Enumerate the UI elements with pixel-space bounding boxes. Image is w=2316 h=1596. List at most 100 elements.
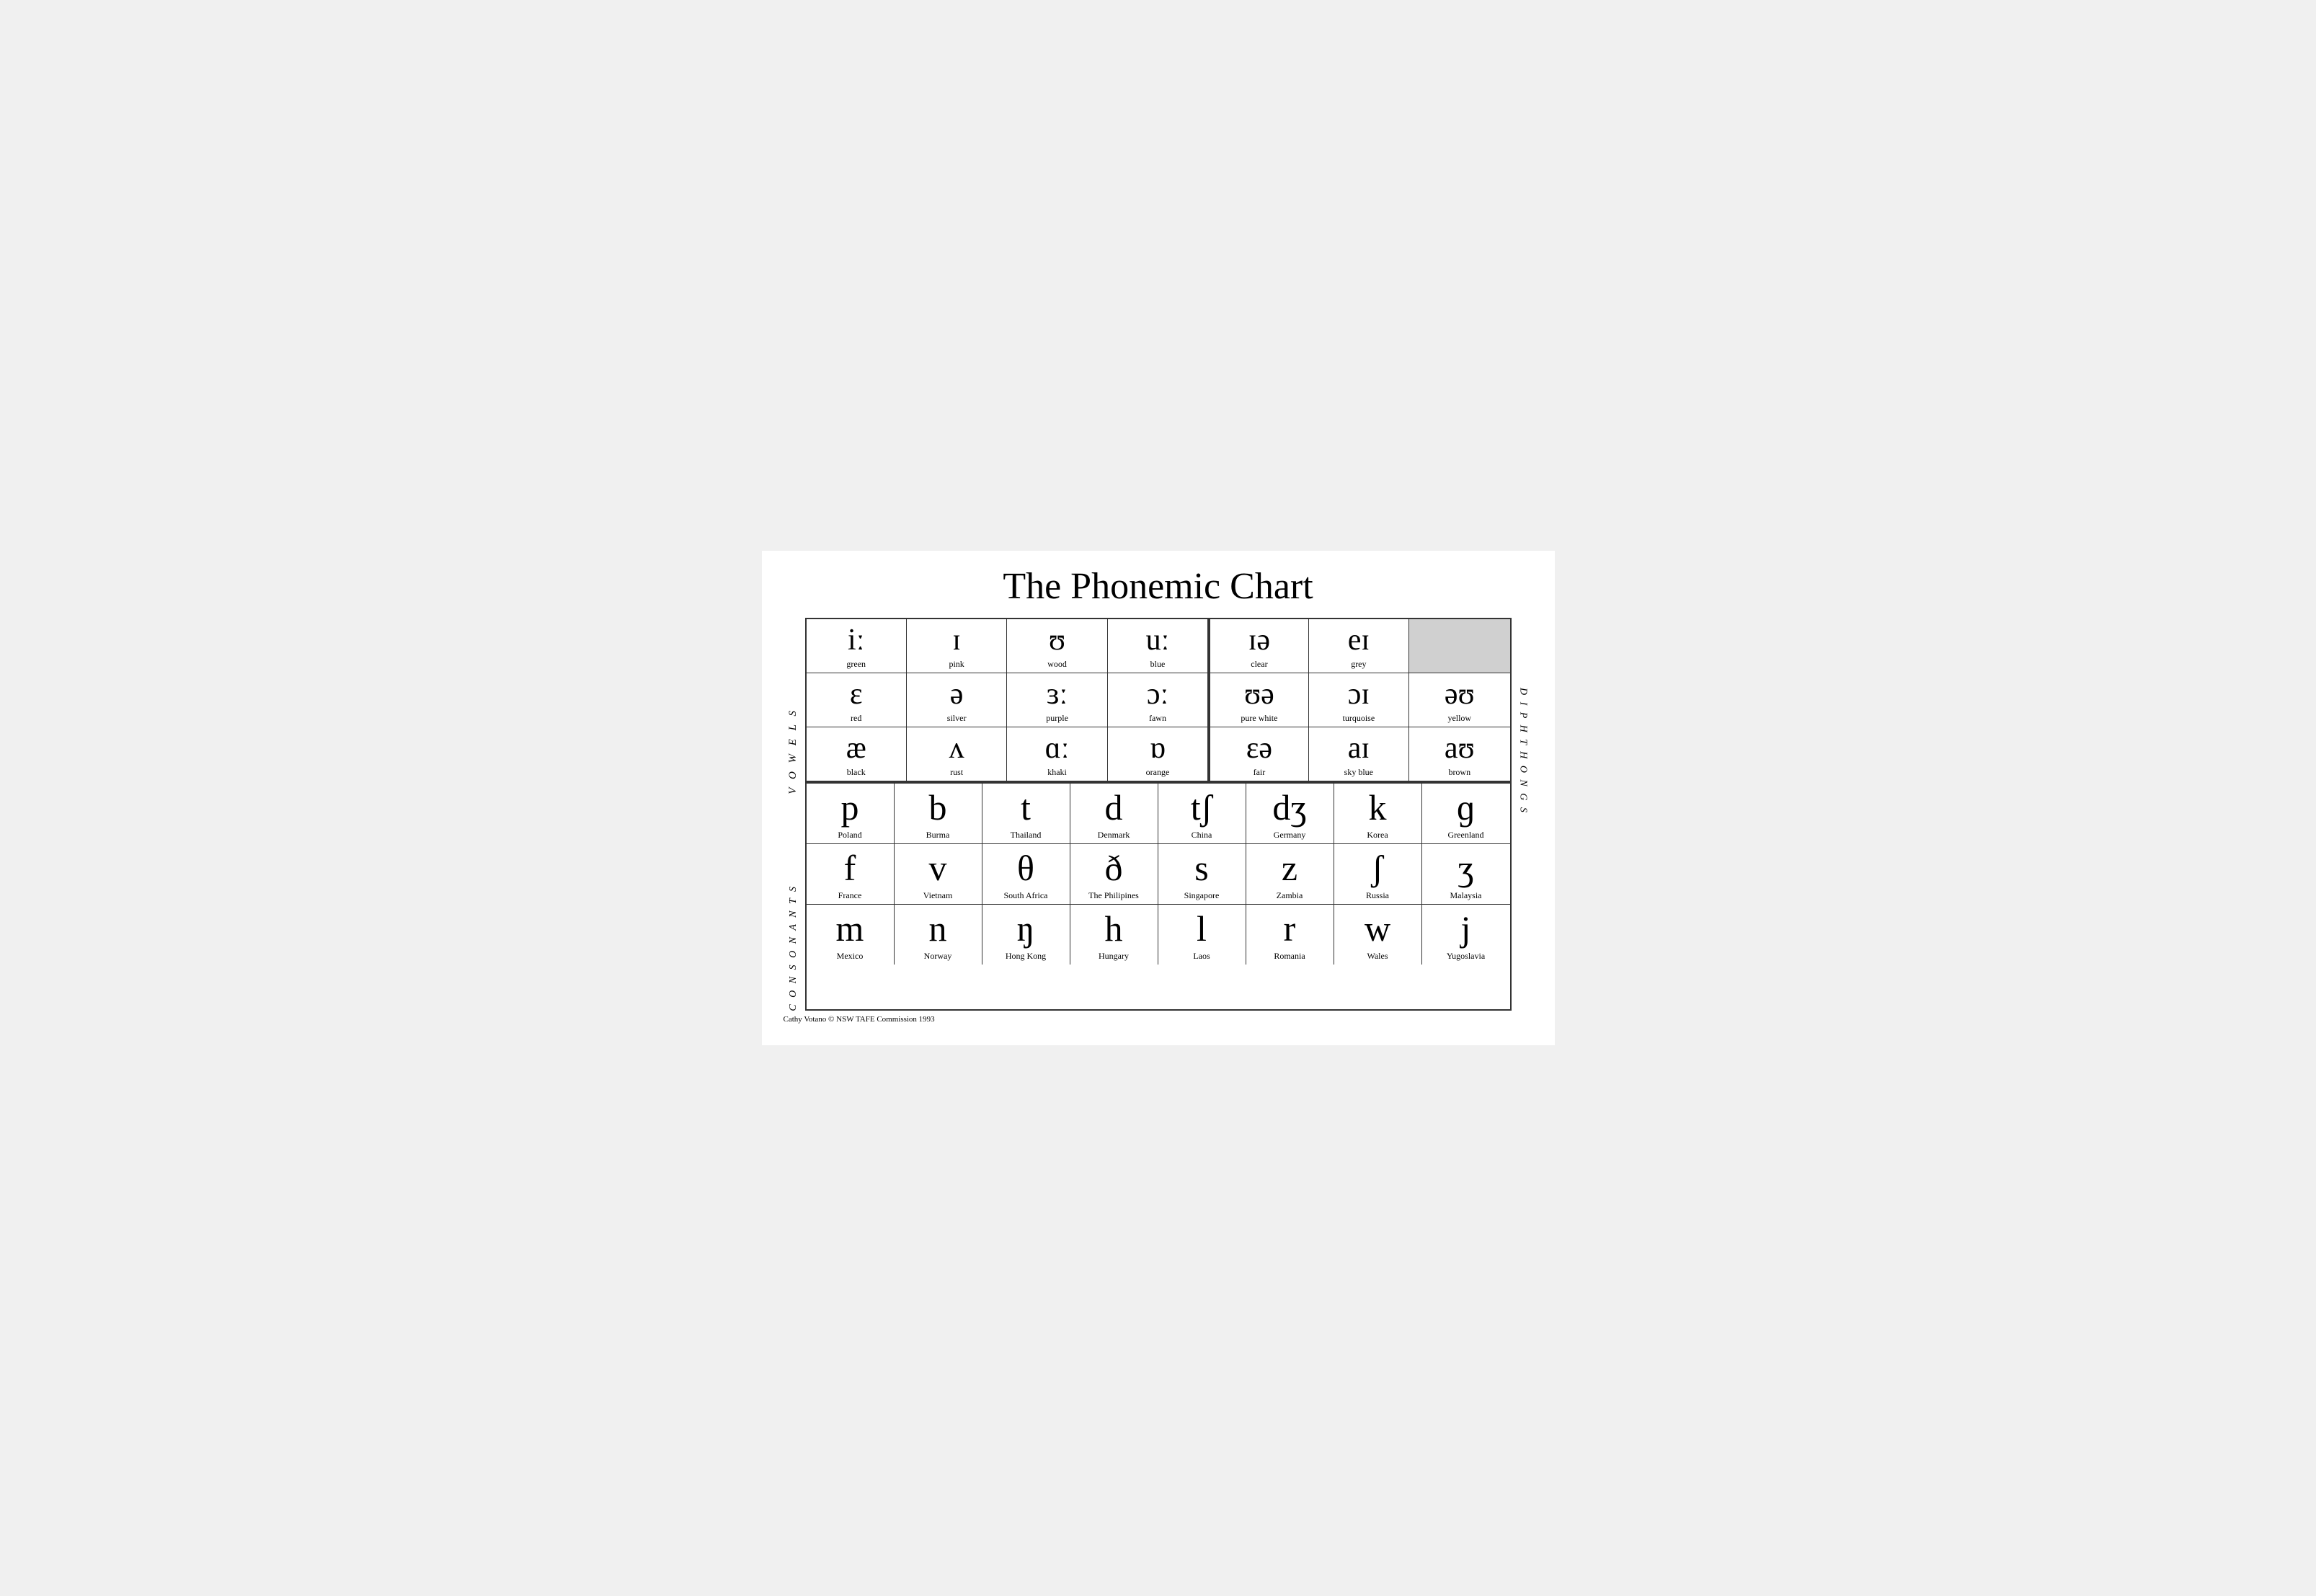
consonant-row-2: f France v Vietnam θ South Africa ð The …	[807, 844, 1510, 905]
phoneme-ei: eɪ	[1348, 624, 1370, 657]
label-rust: rust	[950, 767, 963, 778]
consonant-cell-tsh: tʃ China	[1158, 784, 1246, 843]
label-khaki: khaki	[1047, 767, 1067, 778]
consonant-row-3: m Mexico n Norway ŋ Hong Kong h Hungary	[807, 905, 1510, 965]
phoneme-uu: uː	[1146, 624, 1170, 657]
label-grey: grey	[1351, 659, 1366, 670]
phoneme-eth: ð	[1105, 848, 1123, 888]
phoneme-ai: aɪ	[1348, 732, 1370, 765]
consonant-cell-j: j Yugoslavia	[1422, 905, 1510, 965]
consonant-cell-g: ɡ Greenland	[1422, 784, 1510, 843]
label-clear: clear	[1251, 659, 1267, 670]
vowel-cell-I: ɪ pink	[907, 619, 1007, 673]
label-laos: Laos	[1193, 951, 1210, 962]
phoneme-zh: ʒ	[1458, 848, 1473, 888]
phoneme-upsilon: ʊ	[1049, 624, 1065, 657]
vowel-cell-wedge: ʌ rust	[907, 727, 1007, 781]
vowel-cell-ea: ɛə fair	[1208, 727, 1308, 781]
label-philipines: The Philipines	[1088, 890, 1139, 901]
label-silver: silver	[947, 713, 967, 724]
phoneme-theta: θ	[1017, 848, 1034, 888]
phoneme-ua: ʊə	[1244, 678, 1274, 711]
consonant-cell-w: w Wales	[1334, 905, 1422, 965]
phoneme-open-o-short: ɒ	[1150, 732, 1166, 765]
consonant-cell-dz: dʒ Germany	[1246, 784, 1334, 843]
label-orange: orange	[1146, 767, 1170, 778]
phoneme-z: z	[1282, 848, 1297, 888]
phoneme-t: t	[1021, 788, 1031, 828]
phoneme-s: s	[1194, 848, 1208, 888]
consonant-cell-zh: ʒ Malaysia	[1422, 844, 1510, 904]
vowel-row-1: iː green ɪ pink ʊ wood uː blue	[807, 619, 1510, 673]
phoneme-epsilon: ɛ	[850, 678, 863, 711]
consonant-cell-z: z Zambia	[1246, 844, 1334, 904]
phoneme-l: l	[1197, 909, 1207, 949]
phoneme-wedge: ʌ	[949, 732, 964, 765]
consonant-cell-l: l Laos	[1158, 905, 1246, 965]
phoneme-j: j	[1461, 909, 1471, 949]
label-fair: fair	[1254, 767, 1266, 778]
label-mexico: Mexico	[837, 951, 864, 962]
vowels-side-label: V O W E L S	[787, 708, 799, 794]
label-purple: purple	[1046, 713, 1068, 724]
phoneme-schwa: ə	[950, 678, 964, 711]
label-hungary: Hungary	[1099, 951, 1129, 962]
label-southafrica: South Africa	[1004, 890, 1048, 901]
label-russia: Russia	[1366, 890, 1389, 901]
consonants-section: p Poland b Burma t Thailand d Denmark	[807, 784, 1510, 965]
label-green: green	[846, 659, 866, 670]
label-korea: Korea	[1367, 830, 1388, 841]
vowel-cell-ae: æ black	[807, 727, 907, 781]
label-vietnam: Vietnam	[923, 890, 953, 901]
consonant-cell-ng: ŋ Hong Kong	[982, 905, 1070, 965]
consonant-cell-n: n Norway	[895, 905, 982, 965]
phoneme-3r: ɜː	[1047, 678, 1068, 711]
consonant-cell-theta: θ South Africa	[982, 844, 1070, 904]
consonant-cell-s: s Singapore	[1158, 844, 1246, 904]
consonant-cell-b: b Burma	[895, 784, 982, 843]
label-wales: Wales	[1367, 951, 1388, 962]
label-burma: Burma	[926, 830, 950, 841]
vowel-cell-open-o: ɔː fawn	[1108, 673, 1208, 727]
phoneme-r: r	[1284, 909, 1296, 949]
phoneme-f: f	[844, 848, 856, 888]
phoneme-w: w	[1365, 909, 1390, 949]
label-malaysia: Malaysia	[1450, 890, 1482, 901]
label-romania: Romania	[1274, 951, 1305, 962]
phoneme-sh: ʃ	[1372, 848, 1384, 888]
phoneme-m: m	[836, 909, 864, 949]
consonant-cell-p: p Poland	[807, 784, 895, 843]
vowel-cell-ar: ɑː khaki	[1007, 727, 1107, 781]
phoneme-p: p	[841, 788, 859, 828]
phoneme-g: ɡ	[1457, 788, 1475, 828]
label-hongkong: Hong Kong	[1006, 951, 1046, 962]
vowel-cell-shaded	[1409, 619, 1509, 673]
phoneme-ng: ŋ	[1017, 909, 1035, 949]
vowel-cell-ua: ʊə pure white	[1208, 673, 1308, 727]
label-skyblue: sky blue	[1344, 767, 1373, 778]
phoneme-ia: ɪə	[1248, 624, 1270, 657]
phoneme-b: b	[929, 788, 947, 828]
phoneme-ii: iː	[848, 624, 864, 657]
label-brown: brown	[1448, 767, 1470, 778]
consonant-cell-h: h Hungary	[1070, 905, 1158, 965]
vowel-cell-ei: eɪ grey	[1309, 619, 1409, 673]
label-germany: Germany	[1274, 830, 1306, 841]
phoneme-ar: ɑː	[1045, 732, 1070, 765]
label-zambia: Zambia	[1277, 890, 1303, 901]
label-yugoslavia: Yugoslavia	[1447, 951, 1485, 962]
consonant-cell-m: m Mexico	[807, 905, 895, 965]
vowel-cell-uu: uː blue	[1108, 619, 1208, 673]
phoneme-v: v	[929, 848, 947, 888]
label-pink: pink	[949, 659, 964, 670]
label-france: France	[838, 890, 862, 901]
label-denmark: Denmark	[1098, 830, 1130, 841]
phoneme-d: d	[1105, 788, 1123, 828]
consonant-cell-f: f France	[807, 844, 895, 904]
vowel-cell-schwa: ə silver	[907, 673, 1007, 727]
label-blue: blue	[1150, 659, 1166, 670]
vowel-cell-ia: ɪə clear	[1208, 619, 1308, 673]
label-fawn: fawn	[1149, 713, 1166, 724]
label-china: China	[1192, 830, 1212, 841]
label-red: red	[851, 713, 861, 724]
